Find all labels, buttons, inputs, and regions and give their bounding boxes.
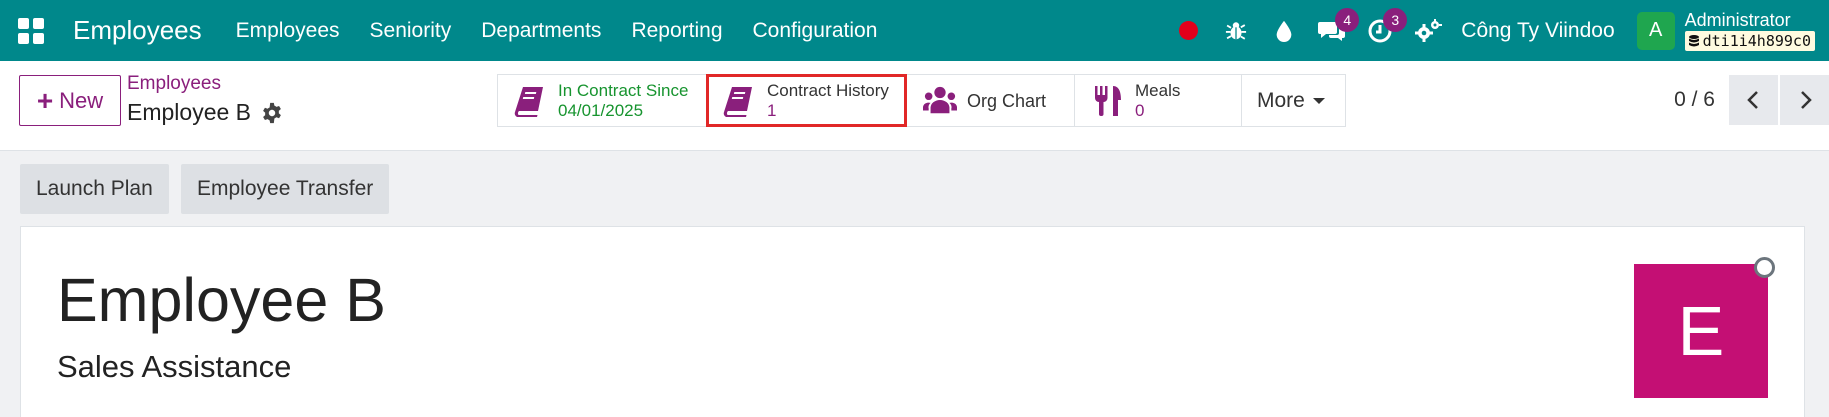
menu-seniority[interactable]: Seniority (355, 19, 467, 43)
menu-reporting[interactable]: Reporting (616, 19, 737, 43)
pager: 0 / 6 (1674, 74, 1829, 126)
gear-icon[interactable] (261, 102, 283, 124)
book-icon (723, 86, 752, 117)
user-menu[interactable]: Administrator dti1i4h899c0 (1684, 10, 1815, 51)
job-title-field[interactable]: Sales Assistance (57, 349, 291, 385)
company-switcher[interactable]: Công Ty Viindoo (1461, 19, 1614, 43)
meals-value: 0 (1135, 100, 1145, 120)
drop-icon[interactable] (1269, 16, 1299, 46)
smart-buttons: In Contract Since 04/01/2025 Contract Hi… (497, 74, 1346, 127)
database-tag: dti1i4h899c0 (1684, 31, 1815, 51)
caret-down-icon (1312, 97, 1325, 104)
main-menu: Employees Seniority Departments Reportin… (221, 19, 893, 43)
employee-transfer-button[interactable]: Employee Transfer (181, 164, 390, 214)
launch-plan-button[interactable]: Launch Plan (20, 164, 169, 214)
more-button[interactable]: More (1242, 75, 1345, 126)
breadcrumb-parent[interactable]: Employees (127, 73, 221, 95)
top-navbar: Employees Employees Seniority Department… (0, 0, 1829, 61)
new-button[interactable]: + New (19, 75, 121, 126)
book-icon (514, 86, 543, 117)
contract-since-button[interactable]: In Contract Since 04/01/2025 (498, 75, 707, 126)
contract-history-value: 1 (767, 100, 777, 120)
database-icon (1688, 34, 1699, 46)
messages-badge: 4 (1335, 7, 1360, 32)
user-name: Administrator (1684, 10, 1791, 30)
bug-icon[interactable] (1221, 16, 1251, 46)
settings-gears-icon[interactable] (1413, 16, 1443, 46)
contract-since-label: In Contract Since (558, 80, 689, 100)
org-chart-label: Org Chart (967, 90, 1047, 111)
activity-clock-icon[interactable]: 3 (1365, 7, 1408, 46)
users-icon (923, 86, 957, 113)
more-label: More (1257, 88, 1305, 112)
pager-value[interactable]: 0 / 6 (1674, 88, 1715, 112)
record-icon[interactable] (1173, 16, 1203, 46)
meals-button[interactable]: Meals 0 (1075, 75, 1242, 126)
utensils-icon (1095, 85, 1121, 116)
control-panel: + New Employees Employee B In Contract S… (0, 61, 1829, 151)
chevron-right-icon (1800, 91, 1812, 109)
database-name: dti1i4h899c0 (1702, 32, 1811, 50)
pager-previous-button[interactable] (1729, 75, 1778, 125)
menu-departments[interactable]: Departments (466, 19, 616, 43)
org-chart-button[interactable]: Org Chart (907, 75, 1075, 126)
contract-history-label: Contract History (767, 80, 889, 100)
employee-form-sheet: Employee B Sales Assistance E (20, 226, 1805, 417)
contract-since-value: 04/01/2025 (558, 100, 644, 120)
menu-configuration[interactable]: Configuration (738, 19, 893, 43)
chevron-left-icon (1746, 91, 1758, 109)
employee-avatar[interactable]: E (1634, 264, 1768, 398)
activities-badge: 3 (1383, 7, 1408, 32)
plus-icon: + (36, 84, 54, 116)
systray: 4 3 Công Ty Viindoo A Administrator dti1… (1173, 0, 1815, 61)
meals-label: Meals (1135, 80, 1181, 100)
new-button-label: New (59, 87, 104, 113)
apps-menu-icon[interactable] (18, 17, 44, 44)
chat-icon[interactable]: 4 (1317, 7, 1360, 46)
employee-name-field[interactable]: Employee B (57, 265, 386, 335)
app-title[interactable]: Employees (73, 15, 202, 46)
presence-status-icon (1754, 257, 1775, 278)
menu-employees[interactable]: Employees (221, 19, 355, 43)
contract-history-button[interactable]: Contract History 1 (706, 74, 907, 127)
breadcrumb-current-label: Employee B (127, 99, 252, 125)
breadcrumb-current: Employee B (127, 99, 283, 126)
pager-next-button[interactable] (1780, 75, 1829, 125)
user-avatar[interactable]: A (1636, 11, 1675, 50)
